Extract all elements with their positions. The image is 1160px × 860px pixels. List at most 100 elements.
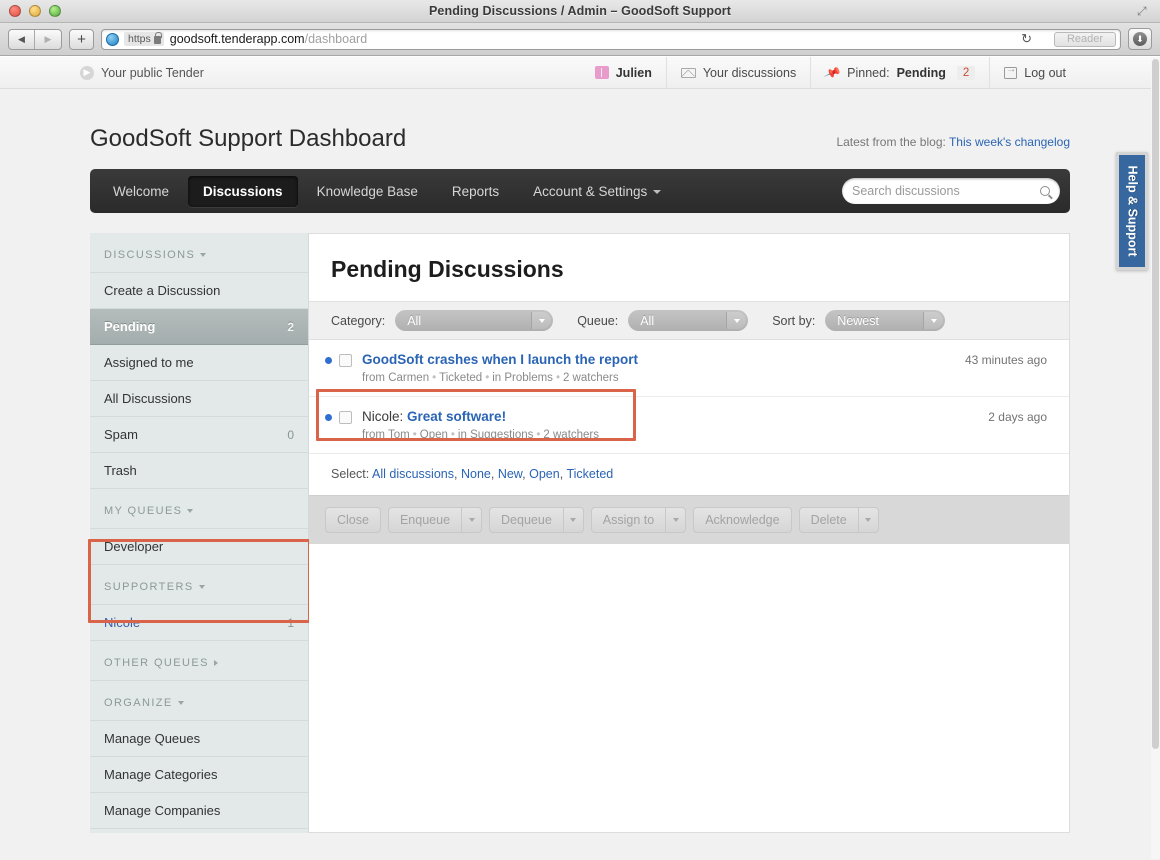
sidebar-section-supporters[interactable]: SUPPORTERS: [90, 565, 308, 605]
window-title: Pending Discussions / Admin – GoodSoft S…: [428, 4, 732, 18]
sidebar-item-pending[interactable]: Pending 2: [90, 309, 308, 345]
chevron-down-icon[interactable]: [857, 507, 879, 533]
row-checkbox[interactable]: [339, 411, 352, 424]
main-columns: DISCUSSIONS Create a Discussion Pending …: [88, 233, 1070, 859]
sidebar-item-all-discussions[interactable]: All Discussions: [90, 381, 308, 417]
search-icon[interactable]: [1040, 186, 1050, 196]
sidebar-section-other-queues-label: OTHER QUEUES: [104, 657, 209, 669]
sidebar-item-developer[interactable]: Developer: [90, 529, 308, 565]
discussion-watchers: 2 watchers: [543, 429, 600, 441]
help-and-support-tab[interactable]: Help & Support: [1116, 152, 1148, 270]
pinned-count-badge: 2: [956, 65, 976, 80]
pin-icon: 📌: [823, 63, 843, 82]
filter-label-sort-by: Sort by:: [772, 313, 816, 328]
discussion-title[interactable]: GoodSoft crashes when I launch the repor…: [362, 352, 965, 367]
select-all-discussions-link[interactable]: All discussions: [372, 467, 454, 481]
tab-account-settings[interactable]: Account & Settings: [518, 176, 676, 207]
downloads-button[interactable]: ⬇: [1128, 28, 1152, 50]
public-tender-link[interactable]: ▶ Your public Tender: [80, 65, 204, 80]
sidebar-item-trash[interactable]: Trash: [90, 453, 308, 489]
avatar-icon: [594, 66, 609, 79]
tab-knowledge-base[interactable]: Knowledge Base: [302, 176, 433, 207]
assign-to-button-group[interactable]: Assign to: [590, 507, 687, 533]
select-new-link[interactable]: New: [498, 467, 522, 481]
row-checkbox[interactable]: [339, 354, 352, 367]
queue-select[interactable]: All: [628, 310, 749, 331]
enqueue-button[interactable]: Enqueue: [387, 507, 462, 533]
chevron-down-icon: [198, 585, 205, 590]
sidebar-section-my-queues[interactable]: MY QUEUES: [90, 489, 308, 529]
table-row[interactable]: Nicole: Great software! from Tom • Open • in…: [309, 397, 1069, 454]
back-arrow-icon[interactable]: ◀: [9, 29, 35, 49]
select-none-link[interactable]: None: [461, 467, 491, 481]
sidebar-item-label: Assigned to me: [104, 355, 194, 370]
new-tab-button[interactable]: +: [69, 28, 94, 50]
page-viewport: ▶ Your public Tender Julien Your discuss…: [0, 57, 1160, 860]
your-discussions-link[interactable]: Your discussions: [665, 57, 810, 89]
help-and-support-label: Help & Support: [1125, 165, 1139, 257]
sidebar-section-discussions[interactable]: DISCUSSIONS: [90, 233, 308, 273]
sidebar-item-count: 2: [287, 319, 294, 334]
sidebar-section-supporters-label: SUPPORTERS: [104, 581, 194, 593]
https-label: https: [128, 33, 151, 45]
reader-button[interactable]: Reader: [1054, 31, 1116, 47]
pinned-item[interactable]: 📌 Pinned: Pending 2: [810, 57, 989, 89]
sidebar-item-nicole[interactable]: Nicole 1: [90, 605, 308, 641]
sort-by-select[interactable]: Newest: [825, 310, 946, 331]
dequeue-button[interactable]: Dequeue: [489, 507, 563, 533]
sidebar-section-other-queues[interactable]: OTHER QUEUES: [90, 641, 308, 681]
navigation-buttons[interactable]: ◀ ▶: [8, 28, 62, 50]
https-badge: https: [124, 32, 164, 46]
tab-discussions[interactable]: Discussions: [188, 175, 298, 207]
select-label: Select:: [331, 467, 370, 481]
discussion-title-text: Great software!: [407, 409, 507, 424]
logout-link[interactable]: Log out: [989, 57, 1080, 89]
sidebar-item-create-a-discussion[interactable]: Create a Discussion: [90, 273, 308, 309]
filter-bar: Category: All Queue: All Sort by: Newest: [309, 301, 1069, 340]
user-menu[interactable]: Julien: [581, 57, 666, 89]
sidebar-item-assigned-to-me[interactable]: Assigned to me: [90, 345, 308, 381]
sidebar-item-manage-companies[interactable]: Manage Companies: [90, 793, 308, 829]
sidebar-section-discussions-label: DISCUSSIONS: [104, 249, 196, 261]
discussion-title[interactable]: Nicole: Great software!: [362, 409, 988, 424]
enqueue-button-group[interactable]: Enqueue: [387, 507, 483, 533]
unread-dot-icon: [325, 414, 332, 421]
sidebar-section-organize[interactable]: ORGANIZE: [90, 681, 308, 721]
sidebar-item-manage-categories[interactable]: Manage Categories: [90, 757, 308, 793]
page-scrollbar-thumb[interactable]: [1152, 59, 1159, 749]
sidebar-item-spam[interactable]: Spam 0: [90, 417, 308, 453]
forward-arrow-icon[interactable]: ▶: [35, 30, 61, 49]
external-link-icon: ▶: [80, 65, 94, 80]
tab-welcome[interactable]: Welcome: [98, 176, 184, 207]
search-discussions-field[interactable]: [842, 178, 1060, 204]
select-ticketed-link[interactable]: Ticketed: [566, 467, 613, 481]
select-open-link[interactable]: Open: [529, 467, 560, 481]
delete-button[interactable]: Delete: [798, 507, 858, 533]
sidebar-item-manage-queues[interactable]: Manage Queues: [90, 721, 308, 757]
acknowledge-button[interactable]: Acknowledge: [693, 507, 792, 533]
chevron-down-icon[interactable]: [665, 507, 687, 533]
assign-to-button[interactable]: Assign to: [590, 507, 666, 533]
discussion-category: in Suggestions: [457, 429, 534, 441]
logout-label: Log out: [1024, 65, 1066, 80]
close-button[interactable]: Close: [325, 507, 381, 533]
search-input[interactable]: [852, 184, 1040, 198]
chevron-down-icon: [726, 312, 747, 329]
blog-changelog-link[interactable]: This week's changelog: [949, 135, 1070, 149]
discussion-from: from Carmen: [362, 372, 430, 384]
browser-toolbar: ◀ ▶ + https goodsoft.tenderapp.com /dash…: [0, 23, 1160, 56]
discussion-prefix: Nicole:: [362, 409, 404, 424]
reload-icon[interactable]: ↻: [1021, 31, 1032, 47]
lock-icon: [153, 32, 162, 44]
tab-reports[interactable]: Reports: [437, 176, 514, 207]
dequeue-button-group[interactable]: Dequeue: [489, 507, 584, 533]
discussion-status: Ticketed: [439, 372, 483, 384]
category-select[interactable]: All: [395, 310, 554, 331]
table-row[interactable]: GoodSoft crashes when I launch the repor…: [309, 340, 1069, 397]
address-bar[interactable]: https goodsoft.tenderapp.com /dashboard …: [101, 28, 1121, 50]
delete-button-group[interactable]: Delete: [798, 507, 879, 533]
fullscreen-icon[interactable]: ⤢: [1137, 5, 1150, 18]
chevron-down-icon[interactable]: [562, 507, 584, 533]
chevron-down-icon[interactable]: [461, 507, 483, 533]
page-scrollbar[interactable]: [1151, 57, 1160, 859]
